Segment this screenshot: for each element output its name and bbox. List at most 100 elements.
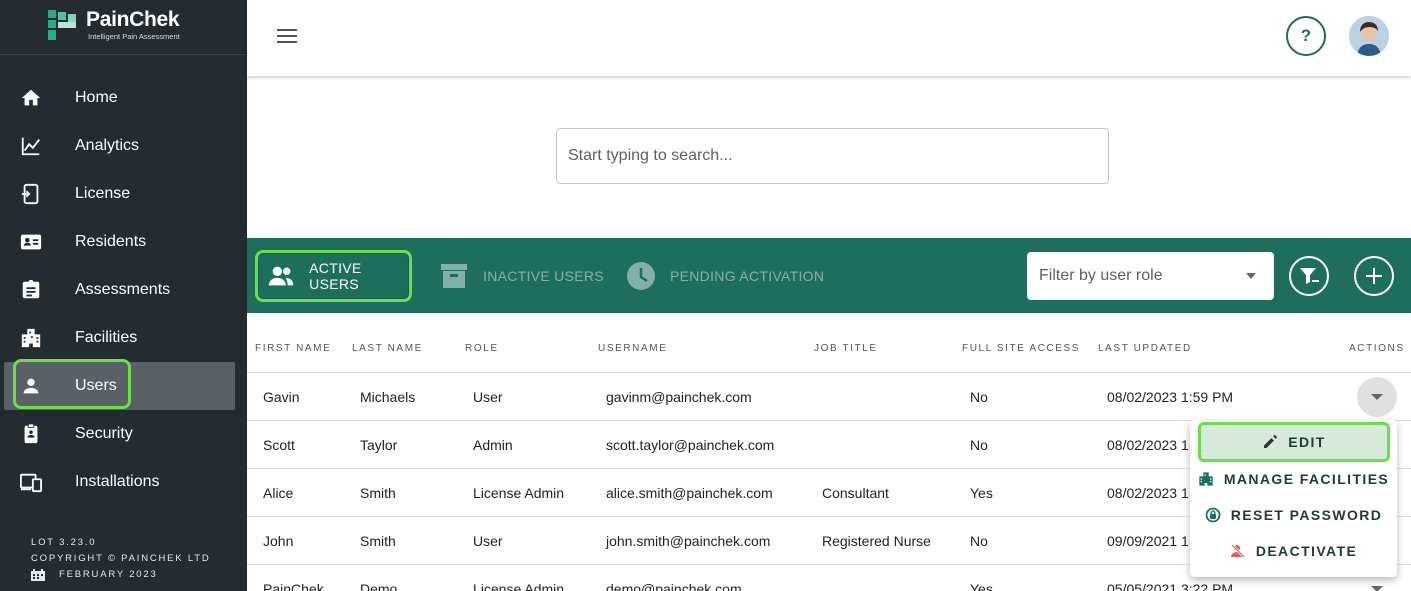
hamburger-menu-icon[interactable]	[277, 28, 297, 44]
chevron-down-icon	[1371, 586, 1383, 591]
cell-last-updated: 08/02/2023 1	[1107, 437, 1189, 453]
cell-last-name: Smith	[360, 485, 396, 501]
filter-remove-icon	[1300, 268, 1319, 284]
cell-full-site-access: Yes	[970, 485, 993, 501]
column-header-full-site-access[interactable]: FULL SITE ACCESS	[962, 343, 1080, 354]
sidebar-item-label: Security	[75, 425, 133, 442]
sidebar-item-label: License	[75, 185, 131, 202]
column-header-username[interactable]: USERNAME	[598, 343, 667, 354]
column-header-actions: ACTIONS	[1349, 343, 1405, 354]
brand-tagline: Intelligent Pain Assessment	[88, 32, 180, 41]
column-header-role[interactable]: ROLE	[465, 343, 499, 354]
release-date: FEBRUARY 2023	[59, 569, 158, 580]
installations-icon	[20, 473, 42, 493]
cell-username: gavinm@painchek.com	[606, 389, 752, 405]
chevron-down-icon	[1371, 394, 1383, 400]
row-actions-menu: EDIT MANAGE FACILITIES RESET PASSWORD DE…	[1190, 420, 1397, 577]
tab-inactive-users[interactable]: INACTIVE USERS	[439, 250, 604, 302]
cell-role: License Admin	[473, 485, 565, 501]
table-header: FIRST NAME LAST NAME ROLE USERNAME JOB T…	[247, 313, 1411, 373]
cell-last-updated: 05/05/2021 3:22 PM	[1107, 581, 1234, 591]
sidebar-item-residents[interactable]: Residents	[0, 218, 247, 266]
menu-item-manage-facilities[interactable]: MANAGE FACILITIES	[1190, 461, 1397, 497]
menu-item-edit[interactable]: EDIT	[1198, 422, 1390, 462]
tab-label: ACTIVE USERS	[309, 260, 362, 292]
cell-first-name: Gavin	[263, 389, 300, 405]
sidebar: PainChek Intelligent Pain Assessment Hom…	[0, 0, 247, 591]
cell-last-updated: 08/02/2023 1:59 PM	[1107, 389, 1234, 405]
sidebar-item-label: Users	[75, 377, 117, 394]
sidebar-item-installations[interactable]: Installations	[0, 458, 247, 506]
app-version: LOT 3.23.0	[31, 537, 97, 548]
sidebar-item-label: Home	[75, 89, 118, 106]
residents-icon	[20, 234, 42, 250]
help-icon: ?	[1300, 26, 1312, 45]
calendar-icon	[31, 569, 45, 581]
user-tabs-toolbar: ACTIVE USERS INACTIVE USERS PENDING ACTI…	[247, 238, 1411, 313]
column-header-job-title[interactable]: JOB TITLE	[814, 343, 878, 354]
painchek-logo-mark-icon	[48, 10, 78, 42]
tab-pending-activation[interactable]: PENDING ACTIVATION	[626, 250, 824, 302]
brand-name: PainChek	[86, 8, 180, 31]
role-filter-select[interactable]: Filter by user role	[1027, 252, 1274, 300]
tab-active-users[interactable]: ACTIVE USERS	[255, 250, 412, 302]
column-header-last-updated[interactable]: LAST UPDATED	[1098, 343, 1192, 354]
sidebar-item-security[interactable]: Security	[0, 410, 247, 458]
table-row[interactable]: Gavin Michaels User gavinm@painchek.com …	[247, 373, 1411, 421]
tab-label: PENDING ACTIVATION	[670, 268, 825, 284]
menu-item-label: EDIT	[1288, 434, 1326, 450]
sidebar-item-license[interactable]: License	[0, 170, 247, 218]
menu-item-deactivate[interactable]: DEACTIVATE	[1190, 533, 1397, 569]
tab-label: INACTIVE USERS	[483, 268, 604, 284]
sidebar-divider	[0, 54, 247, 55]
sidebar-item-label: Residents	[75, 233, 147, 250]
cell-last-updated: 09/09/2021 1	[1107, 533, 1189, 549]
menu-item-reset-password[interactable]: RESET PASSWORD	[1190, 497, 1397, 533]
column-header-last-name[interactable]: LAST NAME	[352, 343, 423, 354]
users-icon	[268, 266, 294, 286]
cell-job-title: Consultant	[822, 485, 889, 501]
analytics-icon	[21, 137, 40, 156]
painchek-logo[interactable]: PainChek Intelligent Pain Assessment	[48, 8, 208, 44]
cell-username: alice.smith@painchek.com	[606, 485, 773, 501]
license-icon	[21, 183, 39, 205]
cell-full-site-access: Yes	[970, 581, 993, 591]
cell-first-name: PainChek	[263, 581, 324, 591]
chevron-down-icon	[1246, 273, 1256, 279]
sidebar-item-facilities[interactable]: Facilities	[0, 314, 247, 362]
sidebar-item-label: Assessments	[75, 281, 171, 298]
avatar[interactable]	[1349, 16, 1389, 56]
copyright-text: COPYRIGHT © PAINCHEK LTD	[31, 553, 211, 564]
release-date-row: FEBRUARY 2023	[31, 567, 211, 583]
sidebar-item-analytics[interactable]: Analytics	[0, 122, 247, 170]
cell-role: License Admin	[473, 581, 565, 591]
column-header-first-name[interactable]: FIRST NAME	[255, 343, 331, 354]
sidebar-item-home[interactable]: Home	[0, 74, 247, 122]
plus-icon	[1366, 268, 1382, 284]
sidebar-item-users[interactable]: Users	[4, 362, 235, 410]
cell-last-name: Smith	[360, 533, 396, 549]
clear-filter-button[interactable]	[1289, 256, 1329, 296]
cell-username: demo@painchek.com	[606, 581, 742, 591]
menu-item-label: MANAGE FACILITIES	[1223, 471, 1390, 487]
security-icon	[24, 423, 38, 444]
archive-icon	[441, 264, 467, 288]
cell-first-name: Scott	[263, 437, 295, 453]
sidebar-nav: Home Analytics License Residents Assessm…	[0, 74, 247, 506]
cell-job-title: Registered Nurse	[822, 533, 931, 549]
sidebar-footer: LOT 3.23.0 COPYRIGHT © PAINCHEK LTD FEBR…	[31, 535, 211, 583]
cell-full-site-access: No	[970, 533, 988, 549]
user-icon	[23, 378, 39, 394]
cell-first-name: John	[263, 533, 294, 549]
sidebar-item-assessments[interactable]: Assessments	[0, 266, 247, 314]
facilities-icon	[1199, 472, 1213, 486]
cell-username: scott.taylor@painchek.com	[606, 437, 775, 453]
add-user-button[interactable]	[1354, 256, 1394, 296]
help-button[interactable]: ?	[1286, 16, 1326, 56]
cell-last-name: Demo	[360, 581, 398, 591]
row-actions-button[interactable]	[1357, 377, 1397, 417]
lock-reset-icon	[1205, 507, 1221, 523]
home-icon	[21, 89, 41, 106]
cell-first-name: Alice	[263, 485, 294, 501]
search-input[interactable]	[556, 128, 1109, 184]
